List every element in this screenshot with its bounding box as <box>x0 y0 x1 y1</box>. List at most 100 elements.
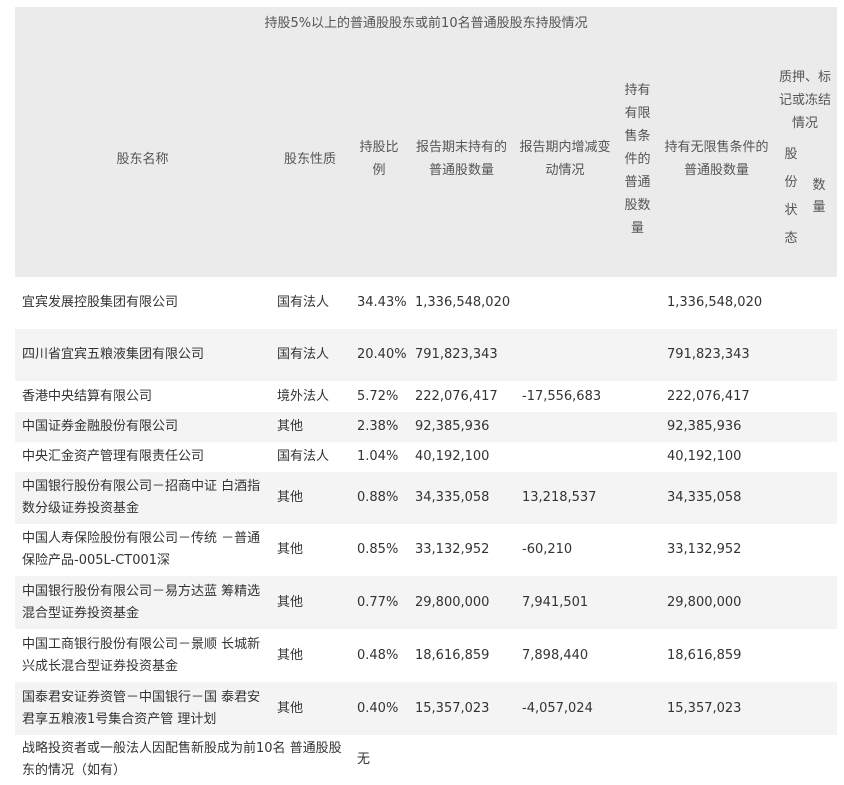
cell-unrestricted: 92,385,936 <box>660 412 773 442</box>
header-unrestricted: 持有无限售条件的普通股数量 <box>660 41 773 277</box>
cell-restricted <box>615 682 660 735</box>
shareholder-table: 持股5%以上的普通股股东或前10名普通股股东持股情况 股东名称 股东性质 持股比… <box>15 7 838 785</box>
table-body: 宜宾发展控股集团有限公司 国有法人 34.43% 1,336,548,020 1,336… <box>15 277 838 735</box>
table-row: 中国工商银行股份有限公司－景顺 长城新兴成长混合型证券投资基金 其他 0.48% 18… <box>15 629 838 682</box>
cell-change: -60,210 <box>515 524 615 576</box>
cell-period-end: 40,192,100 <box>408 442 515 472</box>
cell-ratio: 34.43% <box>350 277 408 329</box>
cell-restricted <box>615 412 660 442</box>
table-row: 宜宾发展控股集团有限公司 国有法人 34.43% 1,336,548,020 1,336… <box>15 277 838 329</box>
header-nature: 股东性质 <box>270 41 350 277</box>
header-pledge-qty: 数量 <box>812 177 826 215</box>
cell-unrestricted: 40,192,100 <box>660 442 773 472</box>
cell-unrestricted: 33,132,952 <box>660 524 773 576</box>
cell-unrestricted: 18,616,859 <box>660 629 773 682</box>
cell-restricted <box>615 381 660 412</box>
header-ratio: 持股比例 <box>350 41 408 277</box>
cell-ratio: 1.04% <box>350 442 408 472</box>
cell-ratio: 0.85% <box>350 524 408 576</box>
cell-period-end: 1,336,548,020 <box>408 277 515 329</box>
table-row: 中国证券金融股份有限公司 其他 2.38% 92,385,936 92,385,936 <box>15 412 838 442</box>
cell-unrestricted: 1,336,548,020 <box>660 277 773 329</box>
cell-change: 7,941,501 <box>515 576 615 629</box>
footer-label: 战略投资者或一般法人因配售新股成为前10名 普通股股东的情况（如有） <box>15 735 350 785</box>
cell-unrestricted: 29,800,000 <box>660 576 773 629</box>
table-row: 中国人寿保险股份有限公司－传统 －普通保险产品-005L-CT001深 其他 0.8… <box>15 524 838 576</box>
cell-pledge-status <box>773 629 838 682</box>
cell-change <box>515 277 615 329</box>
table-header-row: 股东名称 股东性质 持股比例 报告期末持有的普通股数量 报告期内增减变动情况 持… <box>15 41 838 277</box>
cell-change <box>515 329 615 381</box>
cell-change <box>515 442 615 472</box>
cell-name: 中国银行股份有限公司－易方达蓝 筹精选混合型证券投资基金 <box>15 576 270 629</box>
cell-nature: 其他 <box>270 412 350 442</box>
cell-pledge-status <box>773 682 838 735</box>
header-period-end: 报告期末持有的普通股数量 <box>408 41 515 277</box>
cell-nature: 国有法人 <box>270 329 350 381</box>
table-row: 国泰君安证券资管－中国银行－国 泰君安君享五粮液1号集合资产管 理计划 其他 0.4… <box>15 682 838 735</box>
cell-period-end: 29,800,000 <box>408 576 515 629</box>
cell-pledge-status <box>773 524 838 576</box>
cell-period-end: 34,335,058 <box>408 472 515 524</box>
cell-unrestricted: 222,076,417 <box>660 381 773 412</box>
cell-ratio: 0.77% <box>350 576 408 629</box>
header-change: 报告期内增减变动情况 <box>515 41 615 277</box>
cell-name: 国泰君安证券资管－中国银行－国 泰君安君享五粮液1号集合资产管 理计划 <box>15 682 270 735</box>
header-pledge-sub: 股份状态 数量 <box>777 141 833 253</box>
cell-unrestricted: 791,823,343 <box>660 329 773 381</box>
cell-pledge-status <box>773 576 838 629</box>
cell-restricted <box>615 329 660 381</box>
cell-name: 中国银行股份有限公司－招商中证 白酒指数分级证券投资基金 <box>15 472 270 524</box>
cell-ratio: 20.40% <box>350 329 408 381</box>
footer-row: 战略投资者或一般法人因配售新股成为前10名 普通股股东的情况（如有） 无 <box>15 735 838 785</box>
header-name: 股东名称 <box>15 41 270 277</box>
cell-nature: 其他 <box>270 576 350 629</box>
table-row: 中国银行股份有限公司－易方达蓝 筹精选混合型证券投资基金 其他 0.77% 29,80… <box>15 576 838 629</box>
cell-pledge-status <box>773 412 838 442</box>
cell-restricted <box>615 629 660 682</box>
cell-restricted <box>615 472 660 524</box>
cell-pledge-status <box>773 381 838 412</box>
cell-period-end: 18,616,859 <box>408 629 515 682</box>
cell-period-end: 92,385,936 <box>408 412 515 442</box>
header-restricted: 持有有限售条件的普通股数量 <box>615 41 660 277</box>
cell-nature: 国有法人 <box>270 277 350 329</box>
cell-change: 7,898,440 <box>515 629 615 682</box>
cell-change: 13,218,537 <box>515 472 615 524</box>
cell-restricted <box>615 576 660 629</box>
cell-period-end: 222,076,417 <box>408 381 515 412</box>
cell-nature: 其他 <box>270 472 350 524</box>
cell-nature: 其他 <box>270 629 350 682</box>
cell-name: 中国工商银行股份有限公司－景顺 长城新兴成长混合型证券投资基金 <box>15 629 270 682</box>
cell-nature: 境外法人 <box>270 381 350 412</box>
table-row: 香港中央结算有限公司 境外法人 5.72% 222,076,417 -17,556,68… <box>15 381 838 412</box>
cell-change <box>515 412 615 442</box>
cell-unrestricted: 15,357,023 <box>660 682 773 735</box>
cell-nature: 国有法人 <box>270 442 350 472</box>
cell-name: 四川省宜宾五粮液集团有限公司 <box>15 329 270 381</box>
cell-unrestricted: 34,335,058 <box>660 472 773 524</box>
cell-name: 中央汇金资产管理有限责任公司 <box>15 442 270 472</box>
header-pledge-status: 股份状态 <box>784 146 798 246</box>
cell-name: 香港中央结算有限公司 <box>15 381 270 412</box>
cell-name: 中国人寿保险股份有限公司－传统 －普通保险产品-005L-CT001深 <box>15 524 270 576</box>
cell-ratio: 0.48% <box>350 629 408 682</box>
cell-pledge-status <box>773 442 838 472</box>
shareholder-table-page: 持股5%以上的普通股股东或前10名普通股股东持股情况 股东名称 股东性质 持股比… <box>0 0 844 785</box>
cell-nature: 其他 <box>270 682 350 735</box>
cell-ratio: 2.38% <box>350 412 408 442</box>
cell-change: -4,057,024 <box>515 682 615 735</box>
cell-change: -17,556,683 <box>515 381 615 412</box>
cell-period-end: 791,823,343 <box>408 329 515 381</box>
cell-ratio: 0.88% <box>350 472 408 524</box>
cell-ratio: 0.40% <box>350 682 408 735</box>
table-row: 中央汇金资产管理有限责任公司 国有法人 1.04% 40,192,100 40,192,… <box>15 442 838 472</box>
header-pledge-title: 质押、标记或冻结情况 <box>779 69 832 131</box>
cell-period-end: 33,132,952 <box>408 524 515 576</box>
table-title: 持股5%以上的普通股股东或前10名普通股股东持股情况 <box>15 7 838 41</box>
header-pledge: 质押、标记或冻结情况 股份状态 数量 <box>773 41 838 277</box>
cell-pledge-status <box>773 277 838 329</box>
table-row: 四川省宜宾五粮液集团有限公司 国有法人 20.40% 791,823,343 791,8… <box>15 329 838 381</box>
cell-period-end: 15,357,023 <box>408 682 515 735</box>
footer-value: 无 <box>350 735 838 785</box>
